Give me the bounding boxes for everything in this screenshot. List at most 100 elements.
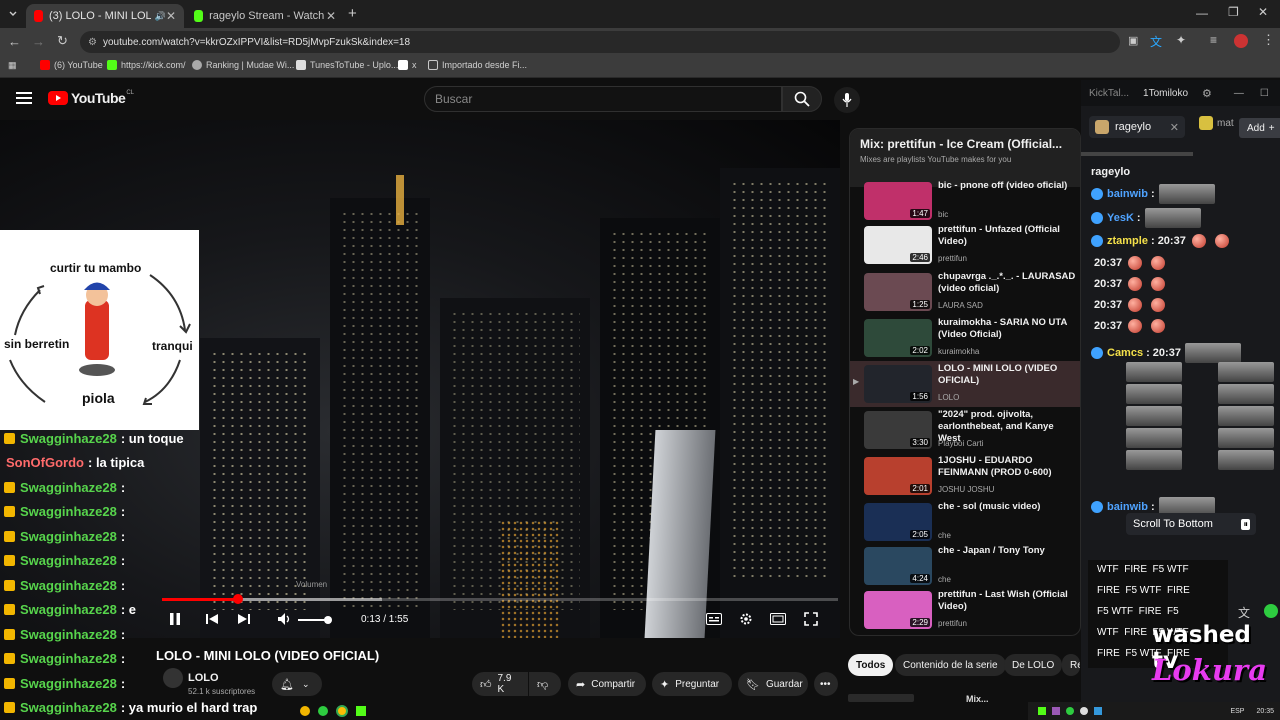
search-input[interactable]: Buscar xyxy=(424,86,782,112)
chip-related[interactable]: Re xyxy=(1062,654,1080,676)
url-bar[interactable]: ⚙ youtube.com/watch?v=kkrOZxIPPVI&list=R… xyxy=(80,31,1120,53)
minimize-icon[interactable]: — xyxy=(1196,6,1208,20)
next-thumbnail[interactable] xyxy=(848,694,914,702)
new-tab-icon[interactable]: + xyxy=(348,5,357,22)
clock[interactable]: 20:35 xyxy=(1256,708,1274,715)
search-button[interactable] xyxy=(782,86,822,112)
chip-from-lolo[interactable]: De LOLO xyxy=(1004,654,1063,676)
tray-icon[interactable] xyxy=(1052,707,1060,715)
channel-avatar[interactable] xyxy=(163,668,183,688)
video-thumbnail[interactable]: 1:56 xyxy=(864,365,932,403)
theater-mode-button[interactable] xyxy=(770,613,786,625)
kick-tab[interactable]: KickTal... xyxy=(1089,88,1129,99)
close-tab-icon[interactable]: ✕ xyxy=(166,9,176,23)
playlist-item[interactable]: 2:29 prettifun - Last Wish (Official Vide… xyxy=(864,587,1080,633)
channel-name[interactable]: LOLO xyxy=(188,672,219,684)
notifications-button[interactable]: 🔔︎ ⌄ xyxy=(272,672,322,696)
video-thumbnail[interactable]: 1:47 xyxy=(864,182,932,220)
video-thumbnail[interactable]: 2:29 xyxy=(864,591,932,629)
tab-youtube[interactable]: (3) LOLO - MINI LOLO (VID 🔊 ✕ xyxy=(26,4,184,28)
minimize-icon[interactable]: — xyxy=(1234,88,1244,99)
playlist-item-title[interactable]: LOLO - MINI LOLO (VIDEO OFICIAL) xyxy=(938,363,1076,387)
tab-kick[interactable]: rageylo Stream - Watch Live on ✕ xyxy=(186,4,344,28)
close-channel-icon[interactable]: ✕ xyxy=(1170,121,1179,134)
playlist-item[interactable]: 2:02 kuraimokha - SARIA NO UTA (Video Ofi… xyxy=(864,315,1080,361)
playlist-item[interactable]: 1:56 ▶ LOLO - MINI LOLO (VIDEO OFICIAL) LOL… xyxy=(850,361,1080,407)
more-actions-button[interactable]: ••• xyxy=(814,672,838,696)
extension-icon[interactable]: ▣ xyxy=(1128,34,1138,47)
kick-app-icon[interactable] xyxy=(356,706,366,716)
chat-username[interactable]: Camcs xyxy=(1107,347,1143,359)
maximize-icon[interactable]: ☐ xyxy=(1260,88,1269,99)
video-thumbnail[interactable]: 2:46 xyxy=(864,226,932,264)
chip-series[interactable]: Contenido de la serie xyxy=(895,654,1006,676)
volume-slider-knob[interactable] xyxy=(324,616,332,624)
settings-icon[interactable]: ⚙ xyxy=(1202,87,1212,100)
puzzle-icon[interactable]: ✦ xyxy=(1176,33,1186,47)
site-info-icon[interactable]: ⚙ xyxy=(88,37,97,48)
bookmark-youtube[interactable]: (6) YouTube xyxy=(40,60,103,70)
playlist-item-title[interactable]: chupavrga ._.*._. - LAURASAD (video ofic… xyxy=(938,271,1076,295)
pause-button[interactable] xyxy=(169,612,181,626)
youtube-logo[interactable]: YouTube CL xyxy=(48,90,134,106)
playlist-item-title[interactable]: kuraimokha - SARIA NO UTA (Video Oficial… xyxy=(938,317,1076,341)
translate-icon[interactable]: 文 xyxy=(1150,33,1162,50)
tab-scrollbar[interactable] xyxy=(1081,152,1193,156)
video-thumbnail[interactable]: 2:05 xyxy=(864,503,932,541)
playlist-item[interactable]: 4:24 che - Japan / Tony Tony che xyxy=(864,543,1080,589)
reload-icon[interactable]: ↻ xyxy=(57,33,68,49)
tray-icon[interactable] xyxy=(1066,707,1074,715)
subtitles-button[interactable] xyxy=(706,613,722,625)
bookmark-folder-imported[interactable]: Importado desde Fi... xyxy=(428,60,527,70)
playlist-title[interactable]: Mix: prettifun - Ice Cream (Official... xyxy=(860,137,1070,151)
tray-icon[interactable] xyxy=(1094,707,1102,715)
ask-button[interactable]: ✦ Preguntar xyxy=(652,672,732,696)
profile-avatar[interactable] xyxy=(1234,34,1248,48)
like-button[interactable]: 👍︎ 7.9 K xyxy=(472,672,528,696)
playlist-item[interactable]: 3:30 "2024" prod. ojivolta, earlonthebeat… xyxy=(864,407,1080,453)
playlist-item[interactable]: 2:05 che - sol (music video) che xyxy=(864,499,1080,545)
chat-username[interactable]: bainwib xyxy=(1107,188,1148,200)
video-thumbnail[interactable]: 2:01 xyxy=(864,457,932,495)
chat-username[interactable]: bainwib xyxy=(1107,501,1148,513)
tray-icon[interactable] xyxy=(1038,707,1046,715)
back-icon[interactable]: ← xyxy=(8,34,21,49)
next-item-title[interactable]: Mix... xyxy=(966,694,989,704)
playlist-item[interactable]: 1:47 bic - pnone off (video oficial) bic xyxy=(864,178,1080,224)
app-icon[interactable] xyxy=(300,706,310,716)
bookmark-tunestotube[interactable]: TunesToTube - Uplo... xyxy=(296,60,398,70)
app-icon[interactable] xyxy=(318,706,328,716)
scroll-to-bottom-button[interactable]: Scroll To Bottom ⏸ xyxy=(1126,513,1256,535)
hamburger-menu-icon[interactable] xyxy=(16,91,32,105)
add-channel-button[interactable]: Add + xyxy=(1239,118,1280,138)
chip-all[interactable]: Todos xyxy=(848,654,894,676)
restore-icon[interactable]: ❐ xyxy=(1228,5,1239,19)
fullscreen-button[interactable] xyxy=(804,612,818,626)
menu-icon[interactable]: ⋮ xyxy=(1262,32,1275,48)
close-tab-icon[interactable]: ✕ xyxy=(326,9,336,23)
channel-tab-mat[interactable]: mat xyxy=(1199,116,1234,130)
previous-button[interactable] xyxy=(205,613,219,625)
close-window-icon[interactable]: ✕ xyxy=(1258,5,1268,19)
dislike-button[interactable]: 👎︎ xyxy=(529,672,561,696)
playlist-item-title[interactable]: prettifun - Last Wish (Official Video) xyxy=(938,589,1076,613)
tray-icon[interactable] xyxy=(1080,707,1088,715)
settings-button[interactable] xyxy=(739,612,753,626)
forward-icon[interactable]: → xyxy=(32,34,45,49)
chat-username[interactable]: YesK xyxy=(1107,212,1134,224)
playlist-item-title[interactable]: prettifun - Unfazed (Official Video) xyxy=(938,224,1076,248)
media-icon[interactable]: ≡ xyxy=(1210,33,1217,47)
tab-search-icon[interactable] xyxy=(6,7,20,21)
playlist-item[interactable]: 2:46 prettifun - Unfazed (Official Video)… xyxy=(864,222,1080,268)
playlist-item-title[interactable]: 1JOSHU - EDUARDO FEINMANN (PROD 0-600) xyxy=(938,455,1076,479)
video-thumbnail[interactable]: 2:02 xyxy=(864,319,932,357)
share-button[interactable]: ➦ Compartir xyxy=(568,672,646,696)
bookmark-kick[interactable]: https://kick.com/ xyxy=(107,60,186,70)
bookmark-mudae[interactable]: Ranking | Mudae Wi... xyxy=(192,60,294,70)
mute-button[interactable] xyxy=(277,612,293,626)
save-button[interactable]: 🔖︎ Guardar xyxy=(738,672,808,696)
video-thumbnail[interactable]: 1:25 xyxy=(864,273,932,311)
video-thumbnail[interactable]: 3:30 xyxy=(864,411,932,449)
language-indicator[interactable]: ESP xyxy=(1230,708,1244,715)
bookmark-x[interactable]: x xyxy=(398,60,417,70)
